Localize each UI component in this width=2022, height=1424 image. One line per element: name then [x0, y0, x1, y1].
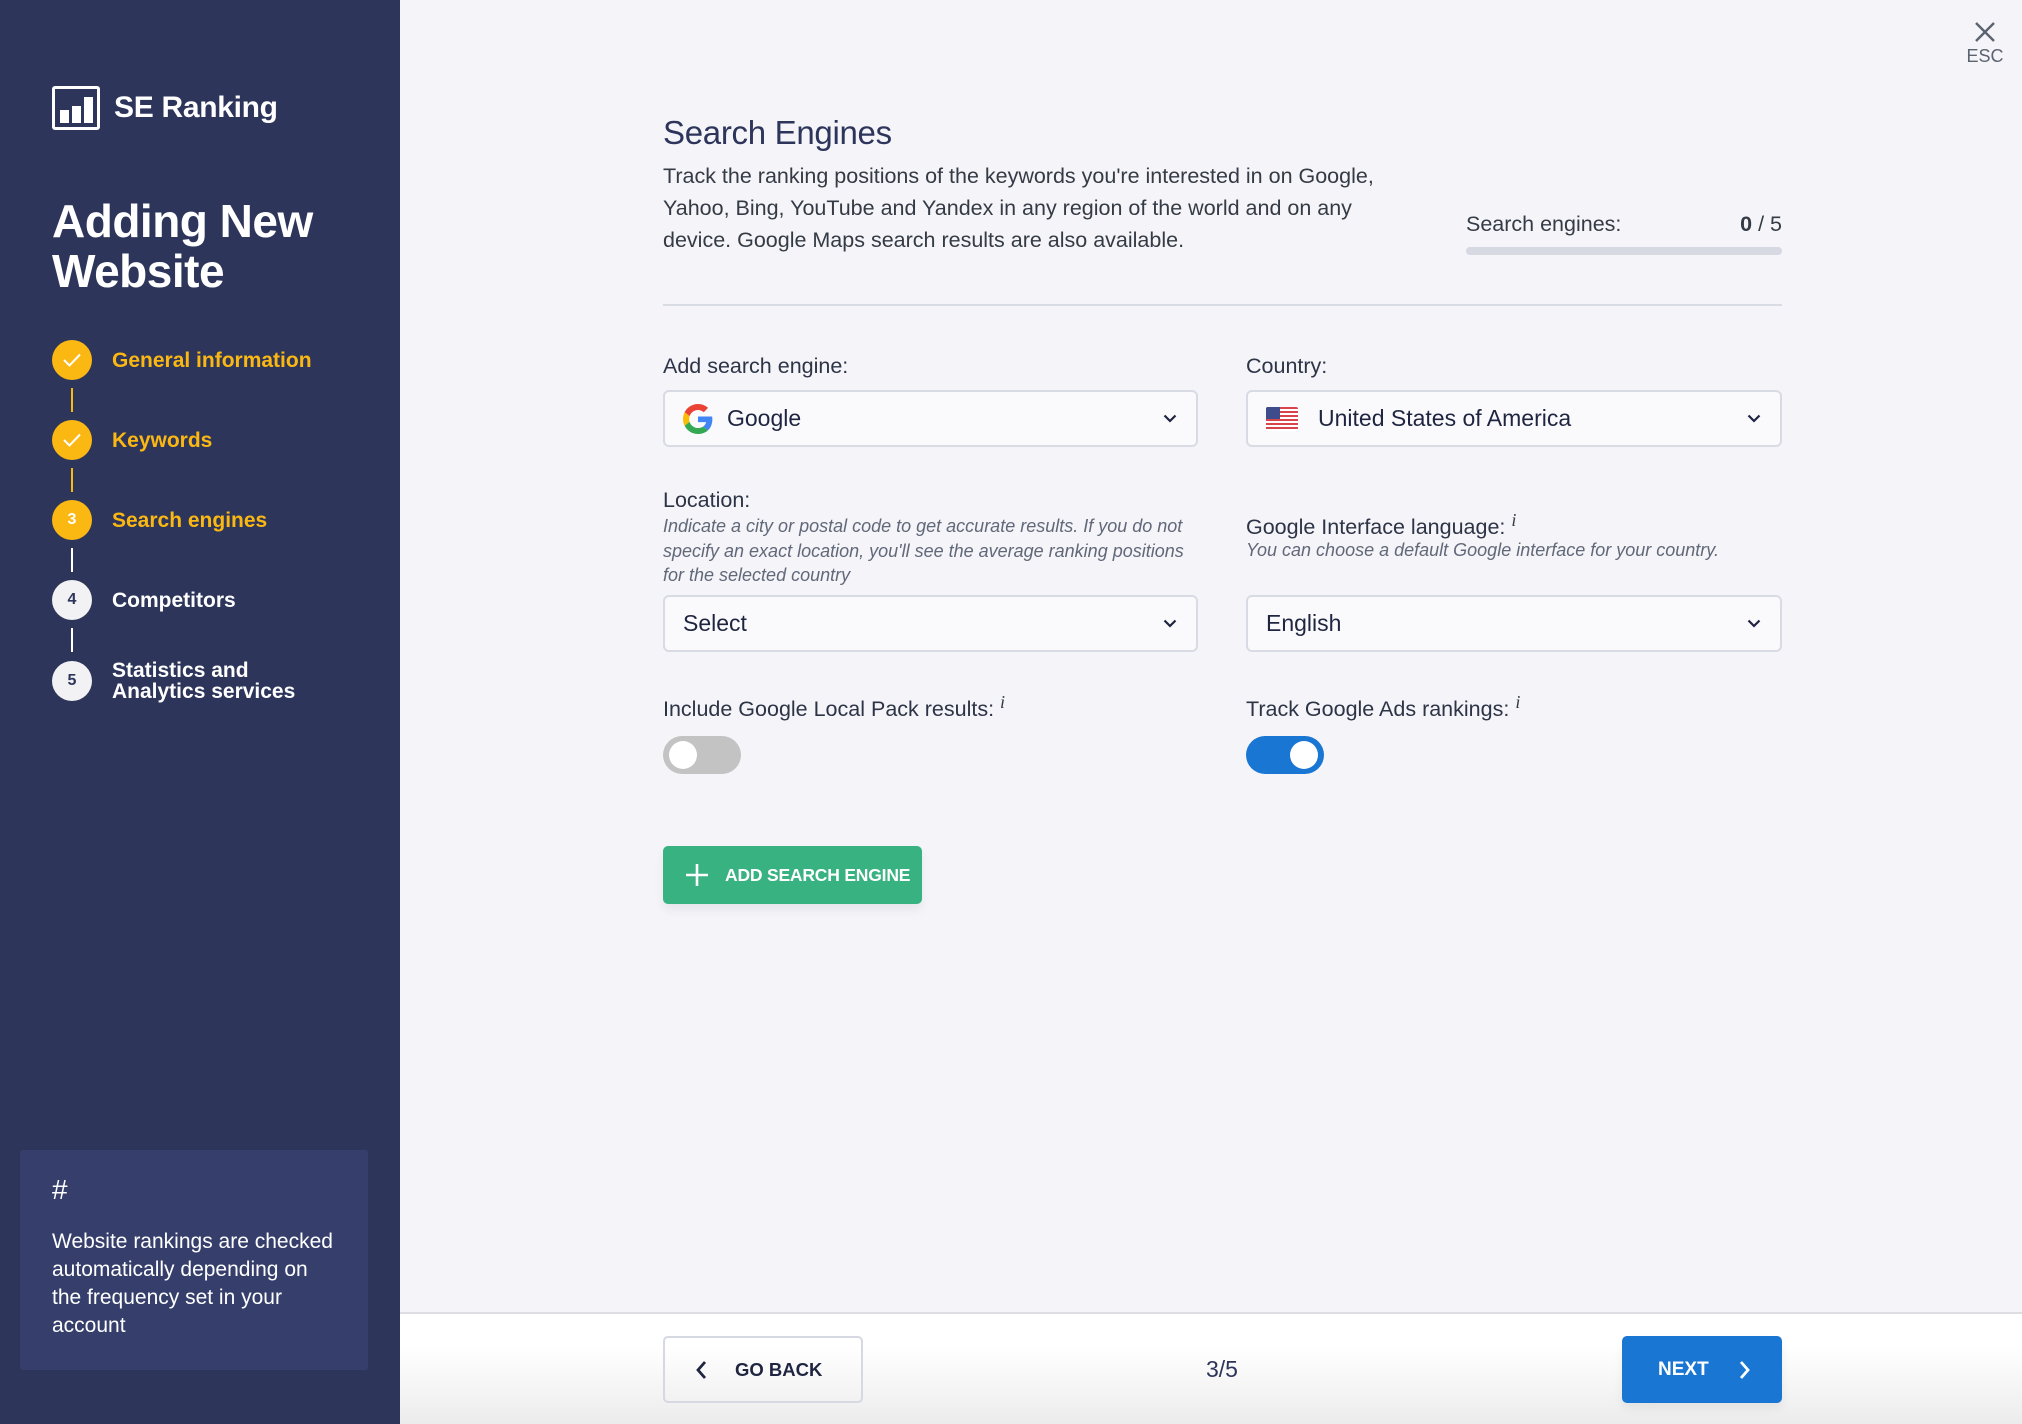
tip-text: Website rankings are checked automatical… [52, 1230, 333, 1337]
google-ads-label: Track Google Ads rankings: i [1246, 692, 1521, 722]
search-engine-value: Google [727, 405, 802, 431]
add-search-engine-button[interactable]: ADD SEARCH ENGINE [663, 846, 922, 904]
wizard-title: Adding New Website [52, 195, 313, 297]
page-description: Track the ranking positions of the keywo… [663, 164, 1374, 252]
info-icon[interactable]: i [1000, 692, 1005, 712]
language-hint: You can choose a default Google interfac… [1246, 540, 1719, 560]
chevron-right-icon [1739, 1360, 1750, 1379]
local-pack-toggle[interactable] [663, 736, 741, 774]
page-title: Search Engines [663, 114, 892, 151]
check-icon [63, 433, 81, 447]
country-select[interactable]: United States of America [1246, 390, 1782, 447]
sidebar: SE Ranking Adding New Website General in… [0, 0, 400, 1424]
us-flag-icon [1266, 406, 1298, 431]
language-select[interactable]: English [1246, 595, 1782, 652]
step-competitors[interactable]: 4 Competitors [52, 580, 372, 620]
toggle-knob [1290, 741, 1318, 769]
search-engines-counter: Search engines: 0 / 5 [1466, 212, 1782, 255]
counter-progress-bar [1466, 247, 1782, 255]
info-icon[interactable]: i [1511, 510, 1516, 530]
next-label: NEXT [1658, 1358, 1709, 1380]
chevron-down-icon [1746, 616, 1762, 632]
close-button[interactable]: ESC [1960, 20, 2010, 67]
plus-icon [686, 864, 708, 886]
go-back-label: GO BACK [735, 1358, 823, 1380]
google-logo-icon [683, 403, 713, 434]
next-button[interactable]: NEXT [1622, 1336, 1782, 1403]
step-connector [71, 388, 73, 412]
search-engine-label: Add search engine: [663, 354, 849, 378]
chevron-down-icon [1162, 616, 1178, 632]
country-label: Country: [1246, 354, 1328, 378]
step-connector [71, 468, 73, 492]
step-5-badge: 5 [52, 661, 92, 701]
step-label: Competitors [112, 588, 236, 612]
info-icon[interactable]: i [1515, 692, 1520, 712]
close-icon [1975, 22, 1995, 42]
location-select[interactable]: Select [663, 595, 1198, 652]
step-search-engines[interactable]: 3 Search engines [52, 500, 372, 540]
step-connector [71, 628, 73, 652]
chevron-down-icon [1162, 411, 1178, 427]
language-label: Google Interface language: i [1246, 510, 1517, 540]
country-value: United States of America [1318, 405, 1572, 431]
section-divider [663, 304, 1782, 306]
step-2-badge [52, 420, 92, 460]
location-value: Select [683, 610, 747, 636]
step-label: Statistics and Analytics services [112, 659, 296, 703]
logo[interactable]: SE Ranking [52, 86, 278, 130]
bar-chart-logo-icon [52, 86, 100, 130]
step-label: Keywords [112, 428, 213, 452]
step-1-badge [52, 340, 92, 380]
location-hint: Indicate a city or postal code to get ac… [663, 516, 1184, 585]
step-general-information[interactable]: General information [52, 340, 372, 380]
check-icon [63, 353, 81, 367]
tip-box: # Website rankings are checked automatic… [20, 1150, 368, 1370]
step-pager: 3/5 [1206, 1356, 1238, 1382]
step-4-badge: 4 [52, 580, 92, 620]
hash-icon: # [52, 1174, 68, 1205]
language-value: English [1266, 610, 1342, 636]
step-statistics-analytics[interactable]: 5 Statistics and Analytics services [52, 660, 372, 702]
chevron-left-icon [696, 1360, 707, 1379]
search-engine-select[interactable]: Google [663, 390, 1198, 447]
step-label: General information [112, 348, 312, 372]
add-search-engine-label: ADD SEARCH ENGINE [725, 864, 911, 885]
step-connector [71, 548, 73, 572]
local-pack-label: Include Google Local Pack results: i [663, 692, 1006, 722]
esc-label: ESC [1966, 46, 2004, 66]
step-keywords[interactable]: Keywords [52, 420, 372, 460]
step-label: Search engines [112, 508, 268, 532]
logo-text: SE Ranking [114, 91, 278, 124]
go-back-button[interactable]: GO BACK [663, 1336, 863, 1403]
location-label: Location: [663, 488, 751, 512]
counter-value: 0 / 5 [1740, 212, 1782, 236]
chevron-down-icon [1746, 411, 1762, 427]
step-3-badge: 3 [52, 500, 92, 540]
toggle-knob [669, 741, 697, 769]
google-ads-toggle[interactable] [1246, 736, 1324, 774]
counter-label: Search engines: [1466, 212, 1622, 236]
